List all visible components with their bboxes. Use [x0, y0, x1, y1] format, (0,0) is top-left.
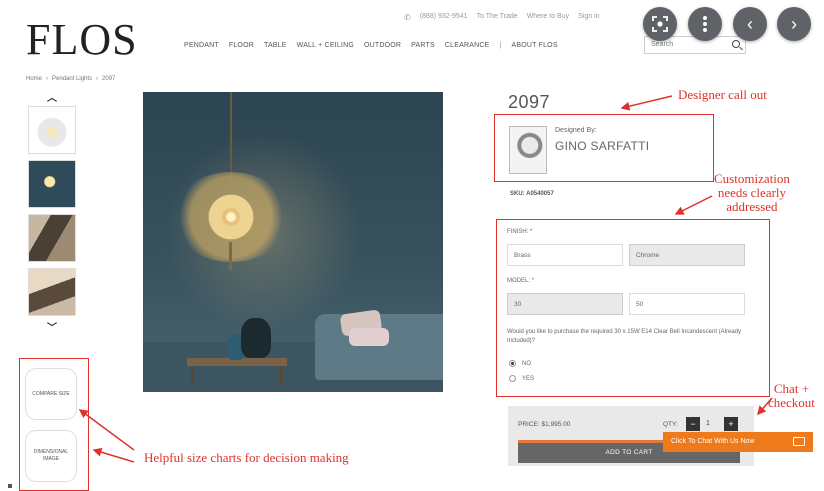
chevron-down-icon[interactable]: ﹀ [28, 322, 76, 336]
nav-pendant[interactable]: PENDANT [184, 42, 219, 49]
page-marker [8, 484, 12, 488]
main-nav: PENDANT FLOOR TABLE WALL + CEILING OUTDO… [184, 42, 558, 49]
nav-table[interactable]: TABLE [264, 42, 287, 49]
thumbnail-2[interactable] [28, 160, 76, 208]
phone-icon: ✆ [404, 13, 411, 22]
more-options-button[interactable] [688, 7, 722, 41]
sign-in-link[interactable]: Sign in [578, 13, 599, 22]
breadcrumb-home[interactable]: Home [26, 76, 42, 82]
model-label: MODEL: * [507, 278, 534, 284]
chevron-left-icon: ‹ [747, 13, 753, 34]
chevron-up-icon[interactable]: ︿ [28, 92, 76, 106]
chat-icon [793, 437, 805, 446]
arrow-size-2 [92, 447, 135, 463]
breadcrumb-separator: › [96, 76, 99, 82]
radio-yes[interactable] [509, 375, 516, 382]
annotation-size-charts: Helpful size charts for decision making [144, 450, 349, 465]
annotation-chat: Chat + checkout [768, 381, 815, 410]
chandelier-stem [229, 242, 232, 270]
breadcrumb-pendant-lights[interactable]: Pendant Lights [52, 76, 92, 82]
required-asterisk: * [530, 229, 533, 235]
designer-photo [509, 126, 547, 174]
finish-label-text: FINISH: [507, 229, 529, 235]
vase [241, 318, 271, 358]
more-vertical-icon [703, 16, 707, 32]
finish-label: FINISH: * [507, 229, 532, 235]
radio-no[interactable] [509, 360, 516, 367]
qty-value[interactable]: 1 [706, 420, 710, 427]
nav-wall-ceiling[interactable]: WALL + CEILING [297, 42, 354, 49]
chevron-right-icon: › [791, 13, 797, 34]
search-icon[interactable] [732, 40, 740, 48]
radio-no-row[interactable]: NO [509, 360, 531, 367]
pillow [349, 328, 389, 346]
nav-outdoor[interactable]: OUTDOOR [364, 42, 401, 49]
flos-logo[interactable]: FLOS [26, 14, 138, 65]
annotation-customization: Customization needs clearly addressed [714, 171, 790, 214]
next-button[interactable]: › [777, 7, 811, 41]
phone-link[interactable]: (888) 932-9541 [420, 13, 468, 22]
product-hero-image[interactable] [143, 92, 443, 392]
table-legs [191, 366, 283, 386]
breadcrumb-current: 2097 [102, 76, 116, 82]
arrow-designer [620, 95, 673, 111]
nav-separator: | [499, 42, 502, 49]
nav-about-flos[interactable]: ABOUT FLOS [511, 42, 557, 49]
chat-label: Click To Chat With Us Now [671, 438, 755, 445]
pendant-cord [230, 92, 232, 182]
search-placeholder: Search [651, 41, 674, 48]
lens-button[interactable] [643, 7, 677, 41]
nav-clearance[interactable]: CLEARANCE [445, 42, 490, 49]
breadcrumb-separator: › [46, 76, 49, 82]
arrow-customization [674, 195, 713, 215]
designed-by-label: Designed By: [555, 127, 597, 134]
where-to-buy-link[interactable]: Where to Buy [527, 13, 569, 22]
compare-size-button[interactable]: COMPARE SIZE [26, 369, 76, 419]
qty-increase-button[interactable]: + [724, 417, 738, 431]
sku-text: SKU: A0540057 [510, 191, 554, 197]
radio-yes-row[interactable]: YES [509, 375, 534, 382]
to-the-trade-link[interactable]: To The Trade [477, 13, 518, 22]
annotation-designer: Designer call out [678, 87, 767, 102]
thumbnail-column: ︿ ﹀ [28, 92, 76, 336]
utility-bar: ✆ (888) 932-9541 To The Trade Where to B… [404, 13, 600, 22]
thumbnail-1[interactable] [28, 106, 76, 154]
customization-section: FINISH: * Brass Chrome MODEL: * 30 50 Wo… [496, 219, 770, 397]
chat-button[interactable]: Click To Chat With Us Now [663, 432, 813, 452]
radio-yes-label: YES [522, 375, 535, 382]
finish-option-chrome[interactable]: Chrome [629, 244, 745, 266]
breadcrumb: Home › Pendant Lights › 2097 [26, 76, 115, 82]
qty-label: QTY: [663, 421, 678, 428]
finish-option-brass[interactable]: Brass [507, 244, 623, 266]
lens-icon [652, 16, 668, 32]
price: PRICE: $1,995.00 [518, 421, 571, 428]
radio-no-label: NO [522, 360, 531, 367]
bulb-question: Would you like to purchase the required … [507, 329, 742, 344]
thumbnail-3[interactable] [28, 214, 76, 262]
dimensional-image-button[interactable]: DIMENSIONAL IMAGE [26, 431, 76, 481]
model-option-30[interactable]: 30 [507, 293, 623, 315]
required-asterisk: * [531, 278, 535, 284]
model-option-50[interactable]: 50 [629, 293, 745, 315]
nav-floor[interactable]: FLOOR [229, 42, 254, 49]
thumbnail-4[interactable] [28, 268, 76, 316]
designer-name[interactable]: GINO SARFATTI [555, 139, 649, 153]
product-title: 2097 [508, 92, 551, 112]
designer-callout: Designed By: GINO SARFATTI [494, 114, 714, 182]
model-label-text: MODEL: [507, 278, 531, 284]
qty-decrease-button[interactable]: − [686, 417, 700, 431]
size-charts-highlight: COMPARE SIZE DIMENSIONAL IMAGE [19, 358, 89, 491]
nav-parts[interactable]: PARTS [411, 42, 435, 49]
previous-button[interactable]: ‹ [733, 7, 767, 41]
